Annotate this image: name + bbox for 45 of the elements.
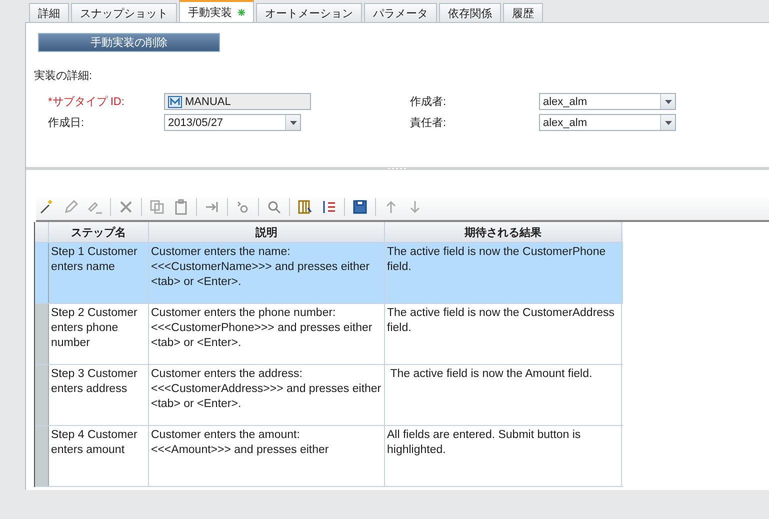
row-header[interactable] — [35, 426, 49, 486]
caret-icon — [664, 120, 672, 124]
tab[interactable]: 履歴 — [503, 3, 543, 22]
dropdown-field[interactable]: alex_alm — [539, 93, 676, 110]
table-row[interactable]: Step 2 Customer enters phone number Customer enters the phone number: <<<CustomerPhone>>> and presses either <tab> or <Enter>. The active field is now the CustomerAddress field. — [35, 304, 623, 365]
table-cell: The active field is now the CustomerPhone field. — [385, 243, 622, 303]
caret-icon — [290, 120, 296, 124]
delete-button[interactable]: 手動実装の削除 — [38, 33, 220, 52]
row-header[interactable] — [35, 365, 49, 425]
dropdown-field[interactable]: 2013/05/27 — [164, 114, 301, 131]
tab[interactable]: 詳細 — [29, 3, 69, 22]
table-row[interactable]: Step 4 Customer enters amount Customer enters the amount: <<<Amount>>> and presses either All fields are entered. Submit button is highlighted. — [35, 426, 623, 487]
section-title: 実装の詳細: — [34, 68, 94, 83]
table-cell: Customer enters the amount: <<<Amount>>> and presses either — [149, 426, 385, 486]
table-cell: Customer enters the name: <<<CustomerName>>> and presses either <tab> or <Enter>. — [149, 243, 385, 303]
tab[interactable]: オートメーション — [256, 3, 362, 22]
dropdown-field[interactable]: alex_alm — [539, 114, 676, 131]
table-cell: Step 1 Customer enters name — [49, 243, 149, 303]
field-label: 責任者: — [410, 116, 448, 130]
table-cell: Step 4 Customer enters amount — [49, 426, 149, 486]
table-cell: All fields are entered. Submit button is highlighted. — [385, 426, 622, 486]
splitter-grip-icon[interactable] — [386, 167, 408, 170]
tab[interactable]: スナップショット — [71, 3, 177, 22]
subtype-field: MANUAL — [164, 93, 311, 110]
tab[interactable]: パラメータ — [364, 3, 437, 22]
column-header[interactable]: ステップ名 — [49, 222, 149, 242]
table-row[interactable]: Step 3 Customer enters address Customer enters the address: <<<CustomerAddress>>> and presses either <tab> or <Enter>. The active field is now the Amount field. — [35, 365, 623, 426]
field-label: 作成日: — [48, 116, 86, 130]
table-cell: Customer enters the address: <<<CustomerAddress>>> and presses either <tab> or <Enter>. — [149, 365, 385, 425]
manual-icon — [168, 96, 182, 108]
table-cell: The active field is now the Amount field. — [385, 365, 622, 425]
table-cell: Customer enters the phone number: <<<CustomerPhone>>> and presses either <tab> or <Enter>. — [149, 304, 385, 364]
caret-icon — [664, 100, 672, 104]
column-header[interactable]: 説明 — [149, 222, 385, 242]
table-cell: Step 2 Customer enters phone number — [49, 304, 149, 364]
tab[interactable]: 手動実装 — [179, 0, 254, 22]
column-header[interactable]: 期待される結果 — [385, 222, 622, 242]
row-header[interactable] — [35, 304, 49, 364]
field-label: *サブタイプ ID: — [48, 94, 126, 109]
table-row[interactable]: Step 1 Customer enters name Customer enters the name: <<<CustomerName>>> and presses either <tab> or <Enter>. The active field is now the CustomerPhone field. — [35, 243, 623, 304]
asterisk-icon — [238, 8, 245, 16]
field-label: 作成者: — [410, 95, 448, 109]
tab[interactable]: 依存関係 — [439, 3, 501, 22]
table-cell: The active field is now the CustomerAddress field. — [385, 304, 622, 364]
table-cell: Step 3 Customer enters address — [49, 365, 149, 425]
